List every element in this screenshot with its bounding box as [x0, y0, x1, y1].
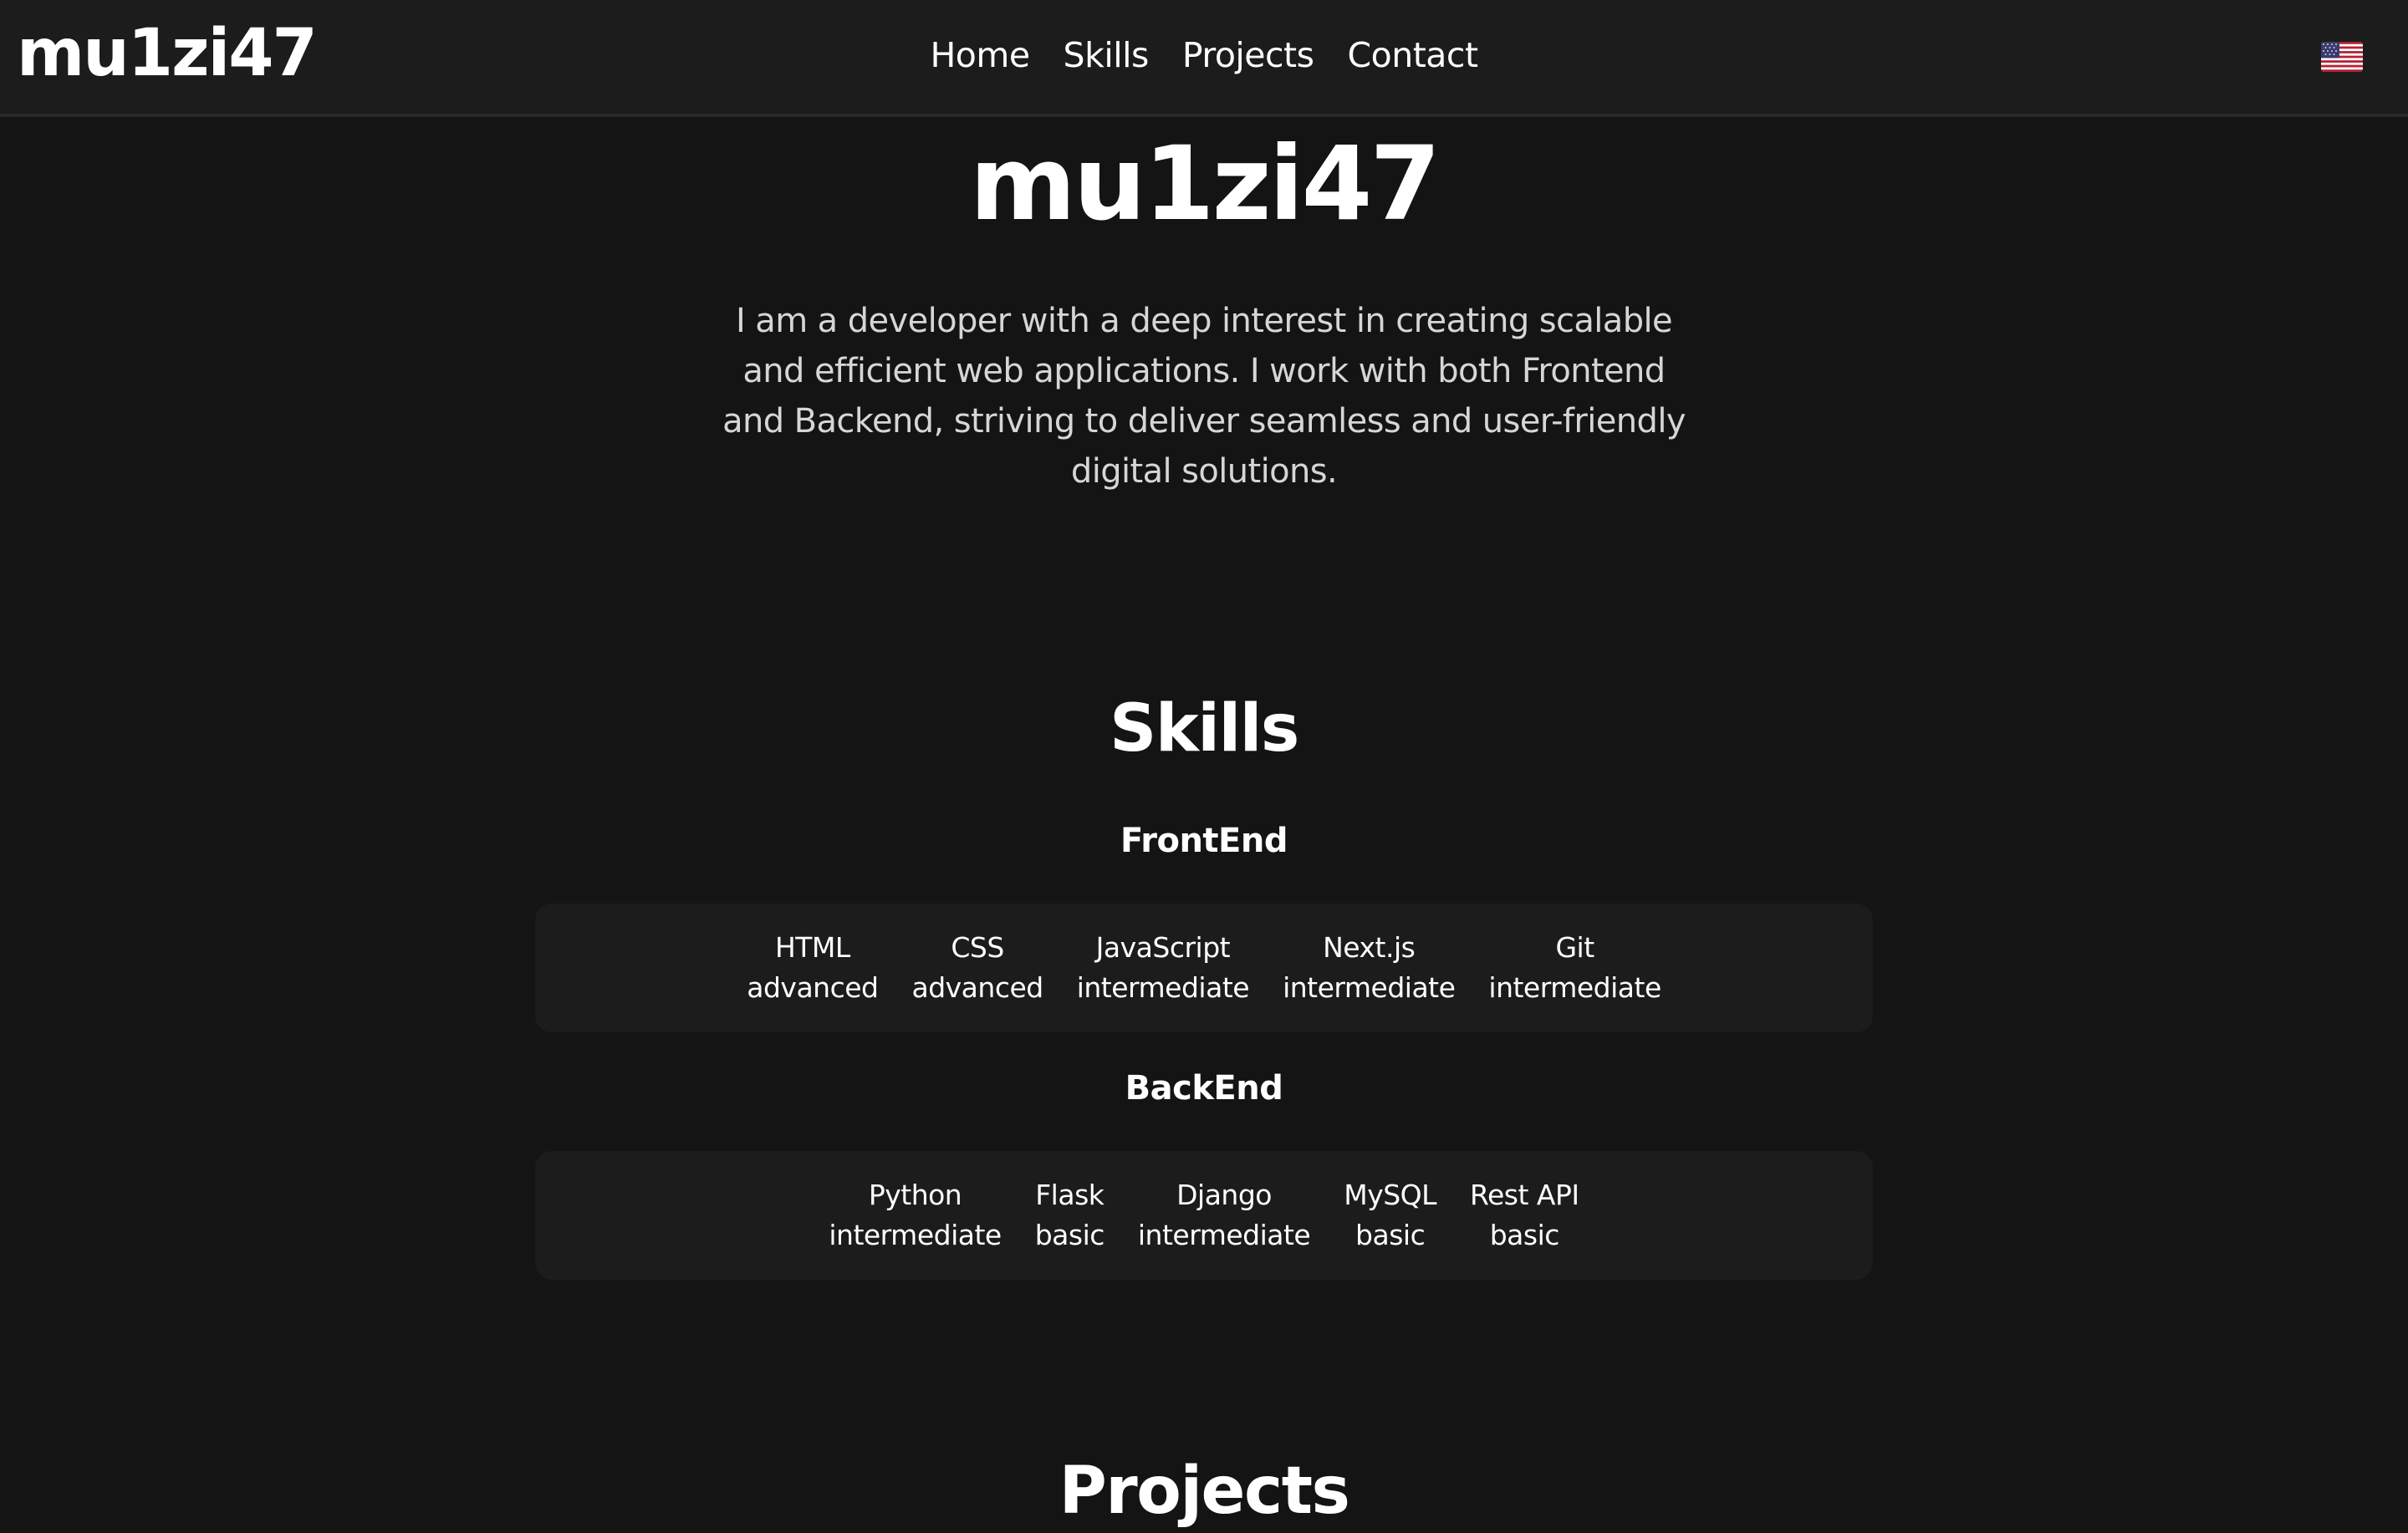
skill-name: JavaScript — [1095, 931, 1231, 964]
skill-level: basic — [1355, 1219, 1426, 1251]
us-flag-icon[interactable] — [2321, 42, 2363, 72]
us-flag-graphic — [2321, 42, 2363, 72]
navbar: mu1zi47 Home Skills Projects Contact — [0, 0, 2408, 117]
skill-item: Flask basic — [1035, 1175, 1105, 1255]
skill-level: intermediate — [1283, 971, 1456, 1004]
skill-name: Next.js — [1323, 931, 1416, 964]
skill-name: Python — [868, 1179, 962, 1211]
skill-name: Django — [1176, 1179, 1272, 1211]
nav-link-home[interactable]: Home — [930, 30, 1030, 80]
skill-name: MySQL — [1344, 1179, 1437, 1211]
backend-title: BackEnd — [1125, 1069, 1283, 1108]
skill-level: advanced — [747, 971, 879, 1004]
skill-item: Next.js intermediate — [1283, 928, 1456, 1008]
hero-title: mu1zi47 — [969, 125, 1441, 243]
skills-section-title: Skills — [1110, 691, 1299, 766]
skill-item: JavaScript intermediate — [1076, 928, 1250, 1008]
skill-item: Rest API basic — [1470, 1175, 1579, 1255]
nav-link-projects[interactable]: Projects — [1182, 30, 1314, 80]
skill-item: Python intermediate — [829, 1175, 1002, 1255]
skill-name: Flask — [1035, 1179, 1105, 1211]
skill-name: CSS — [951, 931, 1004, 964]
skill-item: HTML advanced — [747, 928, 879, 1008]
frontend-skills-card: HTML advanced CSS advanced JavaScript in… — [535, 904, 1873, 1032]
skill-item: Django intermediate — [1137, 1175, 1311, 1255]
nav-link-skills[interactable]: Skills — [1064, 30, 1150, 80]
nav-link-contact[interactable]: Contact — [1348, 30, 1479, 80]
skill-item: Git intermediate — [1488, 928, 1661, 1008]
skill-item: CSS advanced — [911, 928, 1043, 1008]
skill-level: intermediate — [1076, 971, 1250, 1004]
projects-section-title: Projects — [1059, 1454, 1350, 1529]
nav-links: Home Skills Projects Contact — [0, 30, 2408, 80]
skill-level: advanced — [911, 971, 1043, 1004]
skill-name: Git — [1555, 931, 1594, 964]
skill-level: intermediate — [829, 1219, 1002, 1251]
hero-description: I am a developer with a deep interest in… — [722, 302, 1686, 491]
skill-name: Rest API — [1470, 1179, 1579, 1211]
skill-level: basic — [1489, 1219, 1560, 1251]
skill-name: HTML — [774, 931, 850, 964]
skill-level: basic — [1034, 1219, 1105, 1251]
backend-skills-card: Python intermediate Flask basic Django i… — [535, 1151, 1873, 1280]
skill-level: intermediate — [1137, 1219, 1311, 1251]
skill-item: MySQL basic — [1344, 1175, 1436, 1255]
skill-level: intermediate — [1488, 971, 1661, 1004]
frontend-title: FrontEnd — [1120, 822, 1288, 860]
